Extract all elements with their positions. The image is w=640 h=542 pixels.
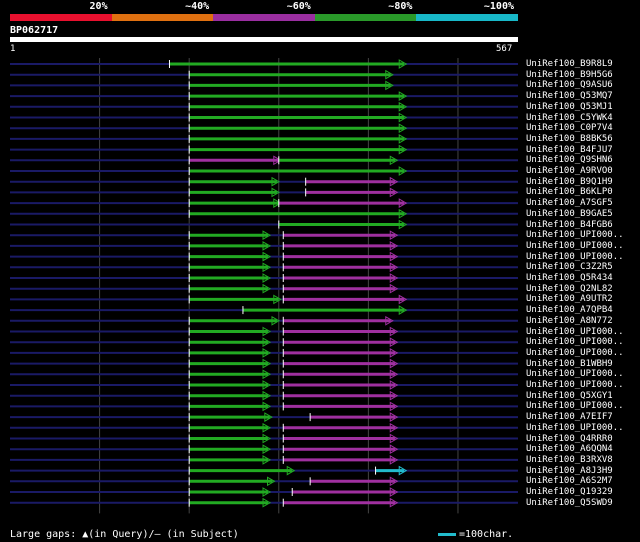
hit-label[interactable]: UniRef100_Q4RRR0 xyxy=(526,434,613,444)
hit-label[interactable]: UniRef100_Q5R434 xyxy=(526,273,613,283)
hit-label[interactable]: UniRef100_Q2NL82 xyxy=(526,284,613,294)
hit-label[interactable]: UniRef100_UPI000.. xyxy=(526,241,624,251)
hit-label[interactable]: UniRef100_C5YWK4 xyxy=(526,113,613,123)
hit-label[interactable]: UniRef100_B6KLP0 xyxy=(526,187,613,197)
legend-text: =100char. xyxy=(459,529,514,540)
hit-label[interactable]: UniRef100_B8BK56 xyxy=(526,134,613,144)
hit-label[interactable]: UniRef100_B3RXV8 xyxy=(526,455,613,465)
hit-label[interactable]: UniRef100_A9UTR2 xyxy=(526,294,613,304)
hit-label[interactable]: UniRef100_UPI000.. xyxy=(526,423,624,433)
large-gaps-legend: Large gaps: ▲(in Query)/– (in Subject) xyxy=(10,529,239,540)
hit-label[interactable]: UniRef100_B9GAE5 xyxy=(526,209,613,219)
scale-legend: =100char. xyxy=(438,529,513,540)
hit-label[interactable]: UniRef100_B1WBH9 xyxy=(526,359,613,369)
hit-label[interactable]: UniRef100_UPI000.. xyxy=(526,337,624,347)
hit-label[interactable]: UniRef100_A8J3H9 xyxy=(526,466,613,476)
hit-label[interactable]: UniRef100_UPI000.. xyxy=(526,252,624,262)
hit-label[interactable]: UniRef100_UPI000.. xyxy=(526,230,624,240)
legend-line-icon xyxy=(438,533,456,536)
hit-label[interactable]: UniRef100_C0P7V4 xyxy=(526,123,613,133)
hit-label[interactable]: UniRef100_UPI000.. xyxy=(526,327,624,337)
hit-label[interactable]: UniRef100_Q9ASU6 xyxy=(526,80,613,90)
hit-label[interactable]: UniRef100_C3Z2R5 xyxy=(526,262,613,272)
hit-label[interactable]: UniRef100_Q53MQ7 xyxy=(526,91,613,101)
hit-label[interactable]: UniRef100_Q9SHN6 xyxy=(526,155,613,165)
hit-label[interactable]: UniRef100_A8N772 xyxy=(526,316,613,326)
hit-label[interactable]: UniRef100_B9Q1H9 xyxy=(526,177,613,187)
hit-label[interactable]: UniRef100_B9R8L9 xyxy=(526,59,613,69)
hit-label[interactable]: UniRef100_A6S2M7 xyxy=(526,476,613,486)
hit-label[interactable]: UniRef100_A7SGF5 xyxy=(526,198,613,208)
hit-label[interactable]: UniRef100_Q5XGY1 xyxy=(526,391,613,401)
hit-label[interactable]: UniRef100_A7EIF7 xyxy=(526,412,613,422)
hit-label[interactable]: UniRef100_B4FJU7 xyxy=(526,145,613,155)
hit-label[interactable]: UniRef100_UPI000.. xyxy=(526,401,624,411)
hit-label[interactable]: UniRef100_A7QPB4 xyxy=(526,305,613,315)
hit-label[interactable]: UniRef100_Q5SWD9 xyxy=(526,498,613,508)
hit-label[interactable]: UniRef100_UPI000.. xyxy=(526,348,624,358)
hit-label[interactable]: UniRef100_A9RVO0 xyxy=(526,166,613,176)
hit-label[interactable]: UniRef100_A6QQN4 xyxy=(526,444,613,454)
hit-label[interactable]: UniRef100_B4FGB6 xyxy=(526,220,613,230)
hit-label[interactable]: UniRef100_UPI000.. xyxy=(526,369,624,379)
hit-label[interactable]: UniRef100_Q19329 xyxy=(526,487,613,497)
hit-label[interactable]: UniRef100_Q53MJ1 xyxy=(526,102,613,112)
hit-label[interactable]: UniRef100_UPI000.. xyxy=(526,380,624,390)
hit-label[interactable]: UniRef100_B9H5G6 xyxy=(526,70,613,80)
